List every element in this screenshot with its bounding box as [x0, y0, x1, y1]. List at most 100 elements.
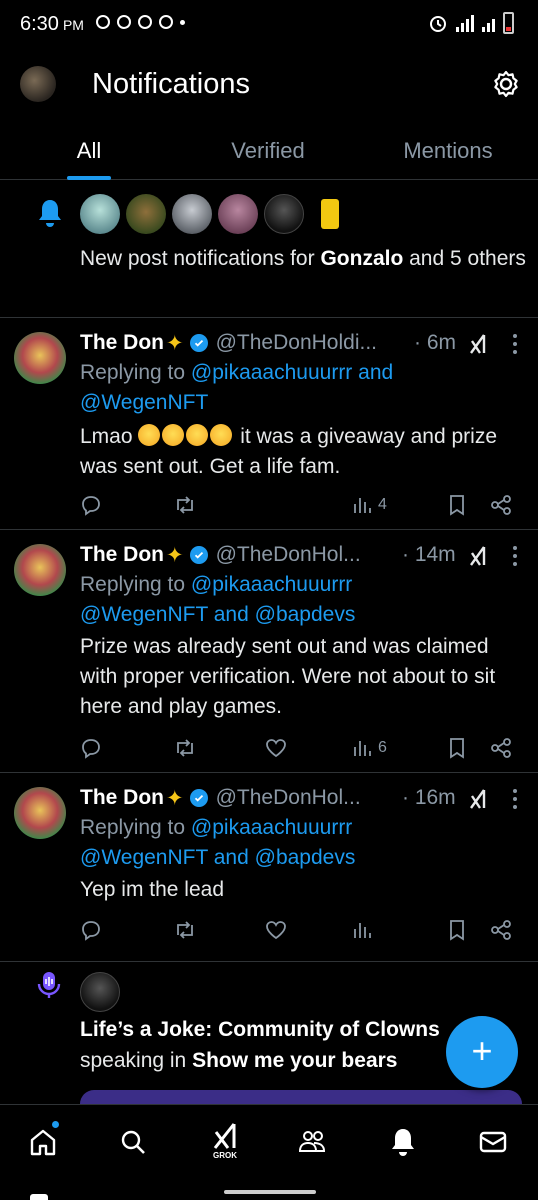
repost-button[interactable] [173, 490, 197, 520]
author-name[interactable]: The Don [80, 786, 164, 810]
bookmark-icon [450, 738, 464, 759]
reply-mention-link[interactable]: @pikaaachuuurrr [191, 816, 352, 839]
views-count: 4 [378, 496, 387, 513]
home-indicator[interactable] [224, 1190, 316, 1194]
share-button[interactable] [490, 915, 512, 945]
reply-mention-link[interactable]: @WegenNFT and @bapdevs [80, 846, 355, 869]
communities-icon[interactable] [298, 1127, 328, 1157]
bookmark-button[interactable] [448, 915, 466, 945]
space-subtitle: speaking in Show me your bears [80, 1049, 397, 1073]
instagram-icon [117, 15, 131, 29]
notification-text: New post notifications for Gonzalo and 5… [80, 243, 530, 274]
post-actions: 4 [80, 490, 520, 520]
notifications-bell-icon[interactable] [388, 1127, 418, 1157]
more-options-icon[interactable] [512, 546, 518, 566]
notification-prefix: New post notifications for [80, 247, 321, 270]
repost-button[interactable] [173, 733, 197, 763]
tab-verified[interactable]: Verified [178, 132, 358, 180]
reply-button[interactable] [80, 733, 102, 763]
repost-icon [177, 921, 193, 939]
post-time: · 14m [402, 543, 456, 566]
avatar[interactable] [172, 194, 212, 234]
bookmark-button[interactable] [448, 733, 466, 763]
post-header: The Don ✦ @TheDonHol... [80, 783, 361, 813]
post-notification-item[interactable]: New post notifications for Gonzalo and 5… [0, 180, 538, 318]
replying-to: Replying to @pikaaachuuurrr @WegenNFT and… [80, 813, 520, 873]
post-body-prefix: Lmao [80, 425, 139, 448]
grok-icon[interactable] [468, 788, 488, 810]
home-unread-dot [52, 1121, 59, 1128]
share-button[interactable] [490, 733, 512, 763]
avatar[interactable] [310, 194, 350, 234]
home-icon[interactable] [28, 1127, 58, 1157]
notification-name: Gonzalo [320, 247, 404, 270]
author-name[interactable]: The Don [80, 543, 164, 567]
replying-prefix: Replying to [80, 816, 191, 839]
views-button[interactable] [352, 915, 378, 945]
reply-button[interactable] [80, 490, 102, 520]
like-button[interactable] [265, 915, 287, 945]
post-item[interactable]: The Don ✦ @TheDonHoldi... · 6m Replying … [0, 318, 538, 530]
space-name: Show me your bears [192, 1049, 398, 1072]
author-handle[interactable]: @TheDonHol... [216, 786, 361, 810]
avatar[interactable] [264, 194, 304, 234]
alarm-icon [430, 16, 446, 32]
reply-mention-link[interactable]: @pikaaachuuurrr and [191, 361, 393, 384]
views-button[interactable]: 4 [352, 490, 387, 520]
like-button[interactable] [265, 733, 287, 763]
avatar[interactable] [80, 194, 120, 234]
reply-mention-link[interactable]: @WegenNFT [80, 391, 208, 414]
messages-icon[interactable] [478, 1127, 508, 1157]
tab-mentions[interactable]: Mentions [358, 132, 538, 180]
share-icon [491, 495, 511, 515]
grok-label: GROK [213, 1151, 237, 1160]
gear-icon[interactable] [492, 70, 520, 98]
compose-button[interactable]: + [446, 1016, 518, 1088]
more-options-icon[interactable] [512, 789, 518, 809]
views-icon [354, 741, 371, 756]
share-button[interactable] [490, 490, 512, 520]
heart-icon [266, 739, 286, 758]
author-name[interactable]: The Don [80, 331, 164, 355]
avatar[interactable] [14, 544, 66, 596]
search-icon[interactable] [118, 1127, 148, 1157]
gmail-icon [159, 15, 173, 29]
avatar[interactable] [14, 787, 66, 839]
edge-handle[interactable] [30, 1194, 48, 1200]
space-card[interactable] [80, 1090, 522, 1104]
avatar[interactable] [218, 194, 258, 234]
bookmark-icon [450, 495, 464, 516]
post-body: Prize was already sent out and was claim… [80, 635, 496, 718]
reply-mention-link[interactable]: @pikaaachuuurrr [191, 573, 352, 596]
heart-icon [266, 921, 286, 940]
reply-mention-link[interactable]: @WegenNFT and @bapdevs [80, 603, 355, 626]
more-options-icon[interactable] [512, 334, 518, 354]
sparkle-icon: ✦ [166, 543, 184, 567]
reply-button[interactable] [80, 915, 102, 945]
post-body: Yep im the lead [80, 878, 224, 901]
post-item[interactable]: The Don ✦ @TheDonHol... · 16m Replying t… [0, 773, 538, 962]
tab-all[interactable]: All [0, 132, 178, 180]
tab-bar: All Verified Mentions [0, 132, 538, 180]
views-button[interactable]: 6 [352, 733, 387, 763]
avatar[interactable] [80, 972, 120, 1012]
author-handle[interactable]: @TheDonHoldi... [216, 331, 377, 355]
grok-icon[interactable] [210, 1121, 240, 1151]
page-title: Notifications [92, 68, 250, 100]
bookmark-button[interactable] [448, 490, 466, 520]
rofl-emoji-icon [138, 424, 161, 446]
bell-icon [39, 200, 61, 227]
messenger-icon [96, 15, 110, 29]
post-item[interactable]: The Don ✦ @TheDonHol... · 14m Replying t… [0, 530, 538, 773]
notification-icons [96, 15, 185, 29]
replying-to: Replying to @pikaaachuuurrr and @WegenNFT [80, 358, 520, 418]
grok-icon[interactable] [468, 545, 488, 567]
sparkle-icon: ✦ [166, 786, 184, 810]
avatar[interactable] [126, 194, 166, 234]
repost-button[interactable] [173, 915, 197, 945]
avatar[interactable] [14, 332, 66, 384]
author-handle[interactable]: @TheDonHol... [216, 543, 361, 567]
verified-badge-icon [189, 789, 208, 807]
grok-icon[interactable] [468, 333, 488, 355]
profile-avatar[interactable] [20, 66, 56, 102]
